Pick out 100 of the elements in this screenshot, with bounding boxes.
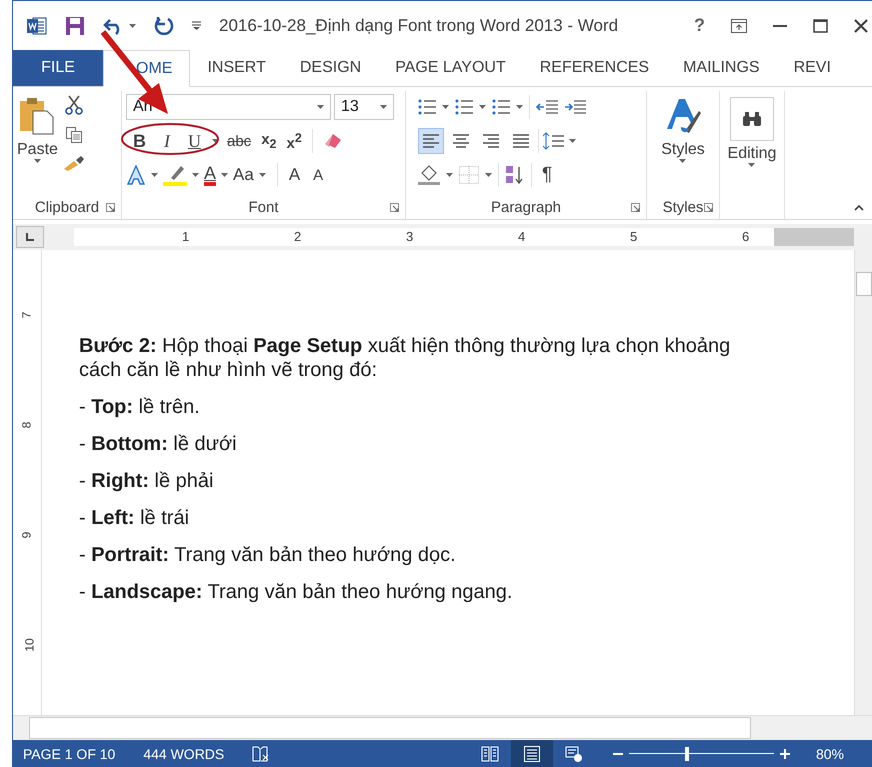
grow-font-button[interactable]: A xyxy=(288,165,300,185)
web-page-icon xyxy=(564,746,583,762)
caret-icon[interactable] xyxy=(679,159,686,163)
ruler-number: 1 xyxy=(182,228,190,246)
zoom-in-icon[interactable] xyxy=(780,748,790,758)
print-view-button[interactable] xyxy=(510,740,553,767)
document-paragraph: - Portrait: Trang văn bản theo hướng dọc. xyxy=(79,543,457,567)
ribbon-tab[interactable]: PAGE LAYOUT xyxy=(378,50,523,86)
styles-button[interactable]: Styles xyxy=(661,91,705,195)
word-count[interactable]: 444 WORDS xyxy=(143,746,224,762)
copy-icon[interactable] xyxy=(66,127,82,143)
caret-icon[interactable] xyxy=(569,139,576,143)
window-title: 2016-10-28_Định dạng Font trong Word 2013 - Word xyxy=(219,16,618,36)
dialog-launcher-icon[interactable] xyxy=(390,202,399,212)
customize-toolbar-icon[interactable] xyxy=(192,21,201,30)
horizontal-ruler[interactable]: 1 2 3 4 5 6 xyxy=(74,228,854,246)
caret-icon[interactable] xyxy=(192,173,199,177)
ruler-number: 3 xyxy=(406,228,414,246)
ribbon-tab[interactable]: DESIGN xyxy=(282,50,378,86)
shading-icon[interactable] xyxy=(418,165,440,185)
styles-icon xyxy=(664,97,701,135)
caret-icon[interactable] xyxy=(258,173,266,177)
text-effects-icon[interactable] xyxy=(126,165,146,185)
editing-button[interactable]: Editing xyxy=(728,91,776,219)
strikethrough-button[interactable]: abc xyxy=(227,132,252,150)
caret-icon[interactable] xyxy=(748,163,756,167)
horizontal-scrollbar[interactable] xyxy=(13,715,872,740)
ruler-number: 2 xyxy=(294,228,302,246)
minimize-icon[interactable] xyxy=(773,24,787,26)
document-paragraph: - Left: lề trái xyxy=(79,506,190,530)
book-icon xyxy=(480,746,499,762)
save-icon[interactable] xyxy=(65,16,85,36)
ruler-number: 9 xyxy=(19,532,34,538)
font-color-button[interactable]: A xyxy=(204,164,216,186)
caret-icon[interactable] xyxy=(34,159,41,163)
align-right-icon xyxy=(483,134,499,148)
close-icon[interactable] xyxy=(854,18,868,32)
subscript-button[interactable]: x$_{2}$ xyxy=(261,131,276,151)
ribbon-tab[interactable]: FILE xyxy=(13,50,103,86)
zoom-level[interactable]: 80% xyxy=(816,746,844,762)
decrease-indent-icon[interactable] xyxy=(536,100,558,114)
underline-button[interactable]: U xyxy=(181,130,208,152)
align-button[interactable] xyxy=(418,128,444,154)
ribbon-display-icon[interactable] xyxy=(731,18,747,32)
word-logo-icon[interactable] xyxy=(27,16,47,34)
proofing-icon[interactable] xyxy=(252,746,270,762)
ruler-number: 6 xyxy=(742,228,750,246)
sort-icon[interactable] xyxy=(505,165,525,185)
caret-icon[interactable] xyxy=(479,105,486,109)
show-formatting-button[interactable]: ¶ xyxy=(542,164,552,186)
ruler-number: 10 xyxy=(22,638,37,652)
ribbon-tab[interactable]: MAILINGS xyxy=(666,50,777,86)
shrink-font-button[interactable]: A xyxy=(313,166,324,184)
ribbon-tab[interactable]: OME xyxy=(103,50,190,87)
ribbon-tab[interactable]: REVI xyxy=(776,50,848,86)
caret-icon[interactable] xyxy=(151,173,158,177)
font-size-field[interactable]: 13 xyxy=(334,94,394,120)
caret-icon[interactable] xyxy=(516,105,523,109)
dialog-launcher-icon[interactable] xyxy=(704,202,713,212)
superscript-button[interactable]: x$^{2}$ xyxy=(286,130,302,152)
ruler-number: 8 xyxy=(19,422,34,428)
maximize-icon[interactable] xyxy=(813,18,828,32)
dialog-launcher-icon[interactable] xyxy=(631,202,640,212)
collapse-ribbon-icon[interactable] xyxy=(854,205,864,211)
page-count[interactable]: PAGE 1 OF 10 xyxy=(23,746,116,762)
multilevel-list-icon[interactable] xyxy=(492,99,510,115)
line-spacing-icon[interactable] xyxy=(543,132,565,150)
clipboard-icon xyxy=(20,97,54,135)
eraser-icon[interactable] xyxy=(322,132,343,150)
vertical-scrollbar[interactable] xyxy=(854,250,872,715)
caret-icon[interactable] xyxy=(485,173,492,177)
caret-icon[interactable] xyxy=(129,24,136,28)
caret-icon[interactable] xyxy=(442,105,449,109)
tab-selector[interactable] xyxy=(16,226,44,248)
caret-icon[interactable] xyxy=(221,173,228,177)
caret-icon[interactable] xyxy=(212,139,219,143)
document-paragraph: Bước 2: Hộp thoại Page Setup xuất hiện thông thường lựa chọn khoảng cách căn lề như hình vẽ trong đó: xyxy=(79,334,732,382)
increase-indent-icon[interactable] xyxy=(564,100,586,114)
format-painter-icon[interactable] xyxy=(64,155,84,171)
bold-button[interactable]: B xyxy=(126,130,153,152)
ribbon-tab[interactable]: INSERT xyxy=(190,50,283,86)
left-tab-icon xyxy=(26,233,34,241)
caret-icon[interactable] xyxy=(380,105,387,109)
bullets-icon[interactable] xyxy=(418,99,436,115)
zoom-thumb[interactable] xyxy=(684,746,689,760)
cut-icon[interactable] xyxy=(64,95,83,115)
change-case-button[interactable]: Aa xyxy=(233,165,254,185)
caret-icon[interactable] xyxy=(317,105,324,109)
ruler-number: 4 xyxy=(518,228,526,246)
highlighter-icon[interactable] xyxy=(163,164,187,186)
redo-icon[interactable] xyxy=(154,16,174,36)
dialog-launcher-icon[interactable] xyxy=(106,202,115,212)
caret-icon[interactable] xyxy=(446,173,453,177)
italic-button[interactable]: I xyxy=(157,130,177,152)
paste-button[interactable]: Paste xyxy=(17,91,58,195)
vertical-ruler[interactable]: 7 8 9 10 xyxy=(19,250,42,715)
numbering-icon[interactable] xyxy=(455,99,473,115)
group-label: Clipboard xyxy=(34,198,100,216)
help-button[interactable]: ? xyxy=(694,15,705,36)
ribbon-tab[interactable]: REFERENCES xyxy=(522,50,666,86)
